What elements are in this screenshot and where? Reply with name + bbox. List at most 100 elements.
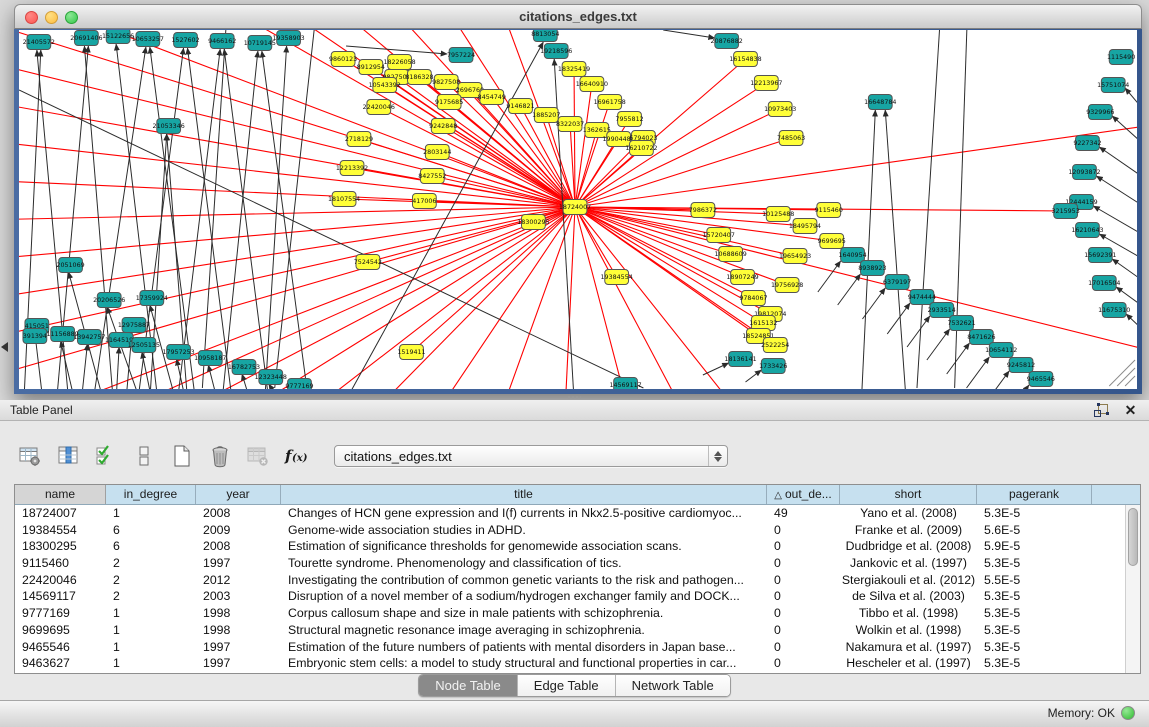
- network-node[interactable]: 10719145: [244, 36, 276, 51]
- network-node[interactable]: 10654112: [985, 343, 1017, 358]
- network-node[interactable]: 17016504: [1088, 276, 1120, 291]
- table-row[interactable]: 1456911722003Disruption of a novel membe…: [15, 588, 1125, 605]
- network-node[interactable]: 8938923: [858, 261, 886, 276]
- column-header-out-degree[interactable]: △out_de...: [767, 485, 840, 504]
- network-node[interactable]: 1885207: [532, 108, 560, 123]
- network-node[interactable]: 18136141: [724, 352, 756, 367]
- network-node[interactable]: 10688609: [715, 247, 747, 262]
- network-node[interactable]: 7485063: [777, 131, 805, 146]
- network-node[interactable]: 2718129: [345, 132, 373, 147]
- table-row[interactable]: 946554611997Estimation of the future num…: [15, 639, 1125, 656]
- network-node[interactable]: 9465546: [1027, 372, 1055, 387]
- network-node[interactable]: 10543392: [369, 78, 401, 93]
- network-node[interactable]: 20876882: [711, 34, 743, 49]
- network-node[interactable]: 16210722: [625, 141, 657, 156]
- network-node[interactable]: 18300295: [517, 215, 549, 230]
- network-node[interactable]: 12323448: [255, 370, 287, 385]
- network-node[interactable]: 19358903: [272, 31, 304, 46]
- network-node[interactable]: 8427552: [418, 169, 446, 184]
- network-node[interactable]: 15751074: [1097, 78, 1129, 93]
- collapse-panel-icon[interactable]: [1, 342, 8, 352]
- table-row[interactable]: 1872400712008Changes of HCN gene express…: [15, 505, 1125, 522]
- network-node[interactable]: 7986372: [689, 203, 717, 218]
- network-node[interactable]: 22420046: [363, 100, 395, 115]
- network-node[interactable]: 19218596: [540, 44, 572, 59]
- network-node[interactable]: 16154838: [729, 52, 761, 67]
- network-node[interactable]: 7957224: [447, 48, 475, 63]
- network-node[interactable]: 9777169: [285, 379, 313, 390]
- network-node[interactable]: 12213392: [336, 161, 368, 176]
- network-canvas[interactable]: 1872400721405572206914061512265610653257…: [19, 30, 1137, 389]
- network-node[interactable]: 16210643: [1071, 223, 1103, 238]
- network-node[interactable]: 18495794: [789, 219, 821, 234]
- network-node[interactable]: 19756928: [771, 278, 803, 293]
- network-node[interactable]: 9699695: [818, 234, 846, 249]
- column-header-short[interactable]: short: [840, 485, 977, 504]
- create-table-button[interactable]: [168, 443, 196, 469]
- network-node[interactable]: 18325419: [558, 62, 590, 77]
- network-node[interactable]: 18907249: [726, 270, 758, 285]
- network-node[interactable]: 7955812: [615, 112, 643, 127]
- column-header-pagerank[interactable]: pagerank: [977, 485, 1092, 504]
- network-node[interactable]: 417006: [412, 194, 436, 209]
- table-selector-dropdown[interactable]: citations_edges.txt: [334, 445, 728, 467]
- network-node[interactable]: 9175685: [435, 95, 463, 110]
- network-node[interactable]: 7532621: [947, 316, 975, 331]
- network-node[interactable]: 19384554: [601, 270, 633, 285]
- select-rows-button[interactable]: [92, 443, 120, 469]
- network-node[interactable]: 21405572: [23, 35, 55, 50]
- network-node[interactable]: 18107554: [328, 192, 360, 207]
- network-node[interactable]: 12505135: [128, 338, 160, 353]
- column-header-year[interactable]: year: [196, 485, 281, 504]
- network-node[interactable]: 12975887: [118, 318, 150, 333]
- delete-table-button[interactable]: [206, 443, 234, 469]
- network-node[interactable]: 8454749: [478, 90, 506, 105]
- network-node[interactable]: 16648784: [864, 95, 896, 110]
- network-node[interactable]: 9466162: [208, 34, 236, 49]
- network-node[interactable]: 2803144: [423, 145, 451, 160]
- network-node[interactable]: 12213967: [750, 76, 782, 91]
- network-node[interactable]: 16640910: [576, 77, 608, 92]
- network-node[interactable]: 18724007: [559, 200, 591, 215]
- network-node[interactable]: 8813054: [531, 30, 559, 42]
- table-row[interactable]: 911546021997Tourette syndrome. Phenomeno…: [15, 555, 1125, 572]
- network-node[interactable]: 19654923: [779, 249, 811, 264]
- network-node[interactable]: 7524542: [354, 255, 382, 270]
- network-node[interactable]: 9227342: [1073, 136, 1101, 151]
- table-row[interactable]: 2242004622012Investigating the contribut…: [15, 572, 1125, 589]
- window-titlebar[interactable]: citations_edges.txt: [14, 4, 1142, 29]
- network-node[interactable]: 17957253: [162, 345, 194, 360]
- network-node[interactable]: 9329966: [1086, 105, 1114, 120]
- scrollbar-thumb[interactable]: [1128, 508, 1138, 566]
- network-node[interactable]: 18226058: [383, 55, 415, 70]
- network-node[interactable]: 20691406: [70, 31, 102, 46]
- tab-edge-table[interactable]: Edge Table: [518, 675, 616, 696]
- network-node[interactable]: 15692391: [1084, 248, 1116, 263]
- table-scrollbar[interactable]: [1125, 505, 1140, 673]
- network-node[interactable]: 11156889: [46, 327, 78, 342]
- network-node[interactable]: 1115490: [1107, 50, 1135, 65]
- network-node[interactable]: 8912954: [357, 60, 385, 75]
- network-node[interactable]: 2051069: [56, 258, 84, 273]
- network-node[interactable]: 10125488: [762, 207, 794, 222]
- network-node[interactable]: 9784067: [739, 291, 767, 306]
- tab-node-table[interactable]: Node Table: [419, 675, 518, 696]
- network-node[interactable]: 12093872: [1068, 165, 1100, 180]
- function-builder-button[interactable]: f (x): [282, 443, 310, 469]
- network-node[interactable]: 10653257: [132, 32, 164, 47]
- unmerge-cells-button[interactable]: [130, 443, 158, 469]
- select-columns-button[interactable]: [54, 443, 82, 469]
- splitter-handle[interactable]: [567, 396, 581, 399]
- network-node[interactable]: 9115460: [815, 203, 843, 218]
- close-panel-icon[interactable]: ✕: [1122, 402, 1139, 419]
- network-node[interactable]: 2522254: [761, 338, 789, 353]
- column-header-name[interactable]: name: [15, 485, 106, 504]
- network-node[interactable]: 1733426: [759, 359, 787, 374]
- network-node[interactable]: 17359924: [136, 291, 168, 306]
- network-node[interactable]: 9860123: [329, 52, 357, 67]
- table-row[interactable]: 1830029562008Estimation of significance …: [15, 538, 1125, 555]
- tab-network-table[interactable]: Network Table: [616, 675, 730, 696]
- network-node[interactable]: 1527602: [171, 33, 199, 48]
- network-node[interactable]: 9242848: [429, 119, 457, 134]
- network-node[interactable]: 10958187: [194, 351, 226, 366]
